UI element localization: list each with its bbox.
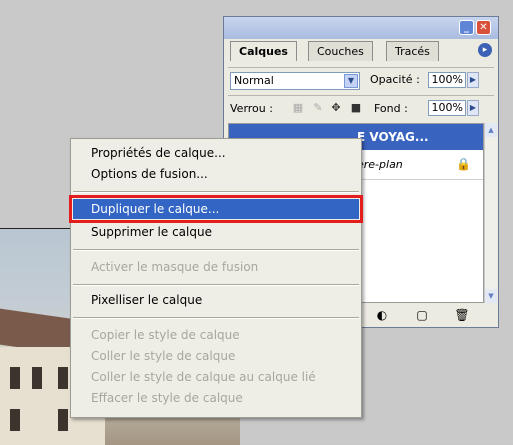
layer-name: ère-plan xyxy=(357,158,403,171)
layers-scrollbar[interactable]: ▲ ▼ xyxy=(484,123,497,303)
fill-arrow-icon[interactable]: ▶ xyxy=(467,100,479,116)
opacity-arrow-icon[interactable]: ▶ xyxy=(467,72,479,88)
window xyxy=(58,367,68,389)
blend-mode-value: Normal xyxy=(234,74,274,87)
window xyxy=(58,409,68,431)
menu-item-delete-layer[interactable]: Supprimer le calque xyxy=(73,222,359,242)
new-layer-icon[interactable]: ▢ xyxy=(414,307,430,323)
lock-icon: 🔒 xyxy=(456,157,471,171)
menu-item-clear-layer-style[interactable]: Effacer le style de calque xyxy=(73,388,359,408)
window xyxy=(10,409,20,431)
window xyxy=(32,367,42,389)
minimize-icon[interactable]: _ xyxy=(459,20,474,35)
lock-transparency-icon[interactable]: ▦ xyxy=(292,102,304,114)
panel-titlebar[interactable]: _ ✕ xyxy=(224,17,498,39)
lock-row: Verrou : ▦ ✎ ✥ ■ Fond : 100% ▶ xyxy=(228,95,494,120)
layer-name: E VOYAG... xyxy=(357,130,429,144)
chevron-down-icon[interactable]: ▼ xyxy=(344,74,358,88)
blend-mode-select[interactable]: Normal ▼ xyxy=(230,72,360,90)
tab-calques[interactable]: Calques xyxy=(230,41,297,61)
fill-label: Fond : xyxy=(374,102,408,115)
lock-move-icon[interactable]: ✥ xyxy=(330,102,342,114)
blend-row: Normal ▼ Opacité : 100% ▶ xyxy=(228,67,494,92)
close-icon[interactable]: ✕ xyxy=(476,20,491,35)
opacity-field[interactable]: 100% xyxy=(428,72,466,88)
tab-couches[interactable]: Couches xyxy=(308,41,373,61)
panel-tabs: Calques Couches Tracés ▸ xyxy=(228,41,494,61)
menu-item-paste-layer-style[interactable]: Coller le style de calque xyxy=(73,346,359,366)
menu-item-enable-layer-mask[interactable]: Activer le masque de fusion xyxy=(73,257,359,277)
menu-item-layer-properties[interactable]: Propriétés de calque... xyxy=(73,143,359,163)
window xyxy=(10,367,20,389)
menu-separator xyxy=(73,317,359,319)
scroll-down-icon[interactable]: ▼ xyxy=(485,289,497,303)
lock-label: Verrou : xyxy=(230,102,273,115)
panel-menu-arrow-icon[interactable]: ▸ xyxy=(478,43,492,57)
menu-item-rasterize-layer[interactable]: Pixelliser le calque xyxy=(73,290,359,310)
context-menu: Propriétés de calque... Options de fusio… xyxy=(69,138,363,418)
menu-item-duplicate-layer[interactable]: Dupliquer le calque... xyxy=(69,195,363,223)
menu-separator xyxy=(73,284,359,286)
adjustment-layer-icon[interactable]: ◐ xyxy=(374,307,390,323)
menu-item-blending-options[interactable]: Options de fusion... xyxy=(73,164,359,184)
menu-item-paste-style-to-linked[interactable]: Coller le style de calque au calque lié xyxy=(73,367,359,387)
menu-separator xyxy=(73,191,359,193)
tab-traces[interactable]: Tracés xyxy=(386,41,439,61)
menu-item-copy-layer-style[interactable]: Copier le style de calque xyxy=(73,325,359,345)
scroll-up-icon[interactable]: ▲ xyxy=(485,123,497,137)
lock-paint-icon[interactable]: ✎ xyxy=(312,102,324,114)
lock-all-icon[interactable]: ■ xyxy=(350,102,362,114)
fill-field[interactable]: 100% xyxy=(428,100,466,116)
menu-separator xyxy=(73,249,359,251)
opacity-label: Opacité : xyxy=(370,73,420,86)
trash-icon[interactable]: 🗑 xyxy=(454,307,470,323)
